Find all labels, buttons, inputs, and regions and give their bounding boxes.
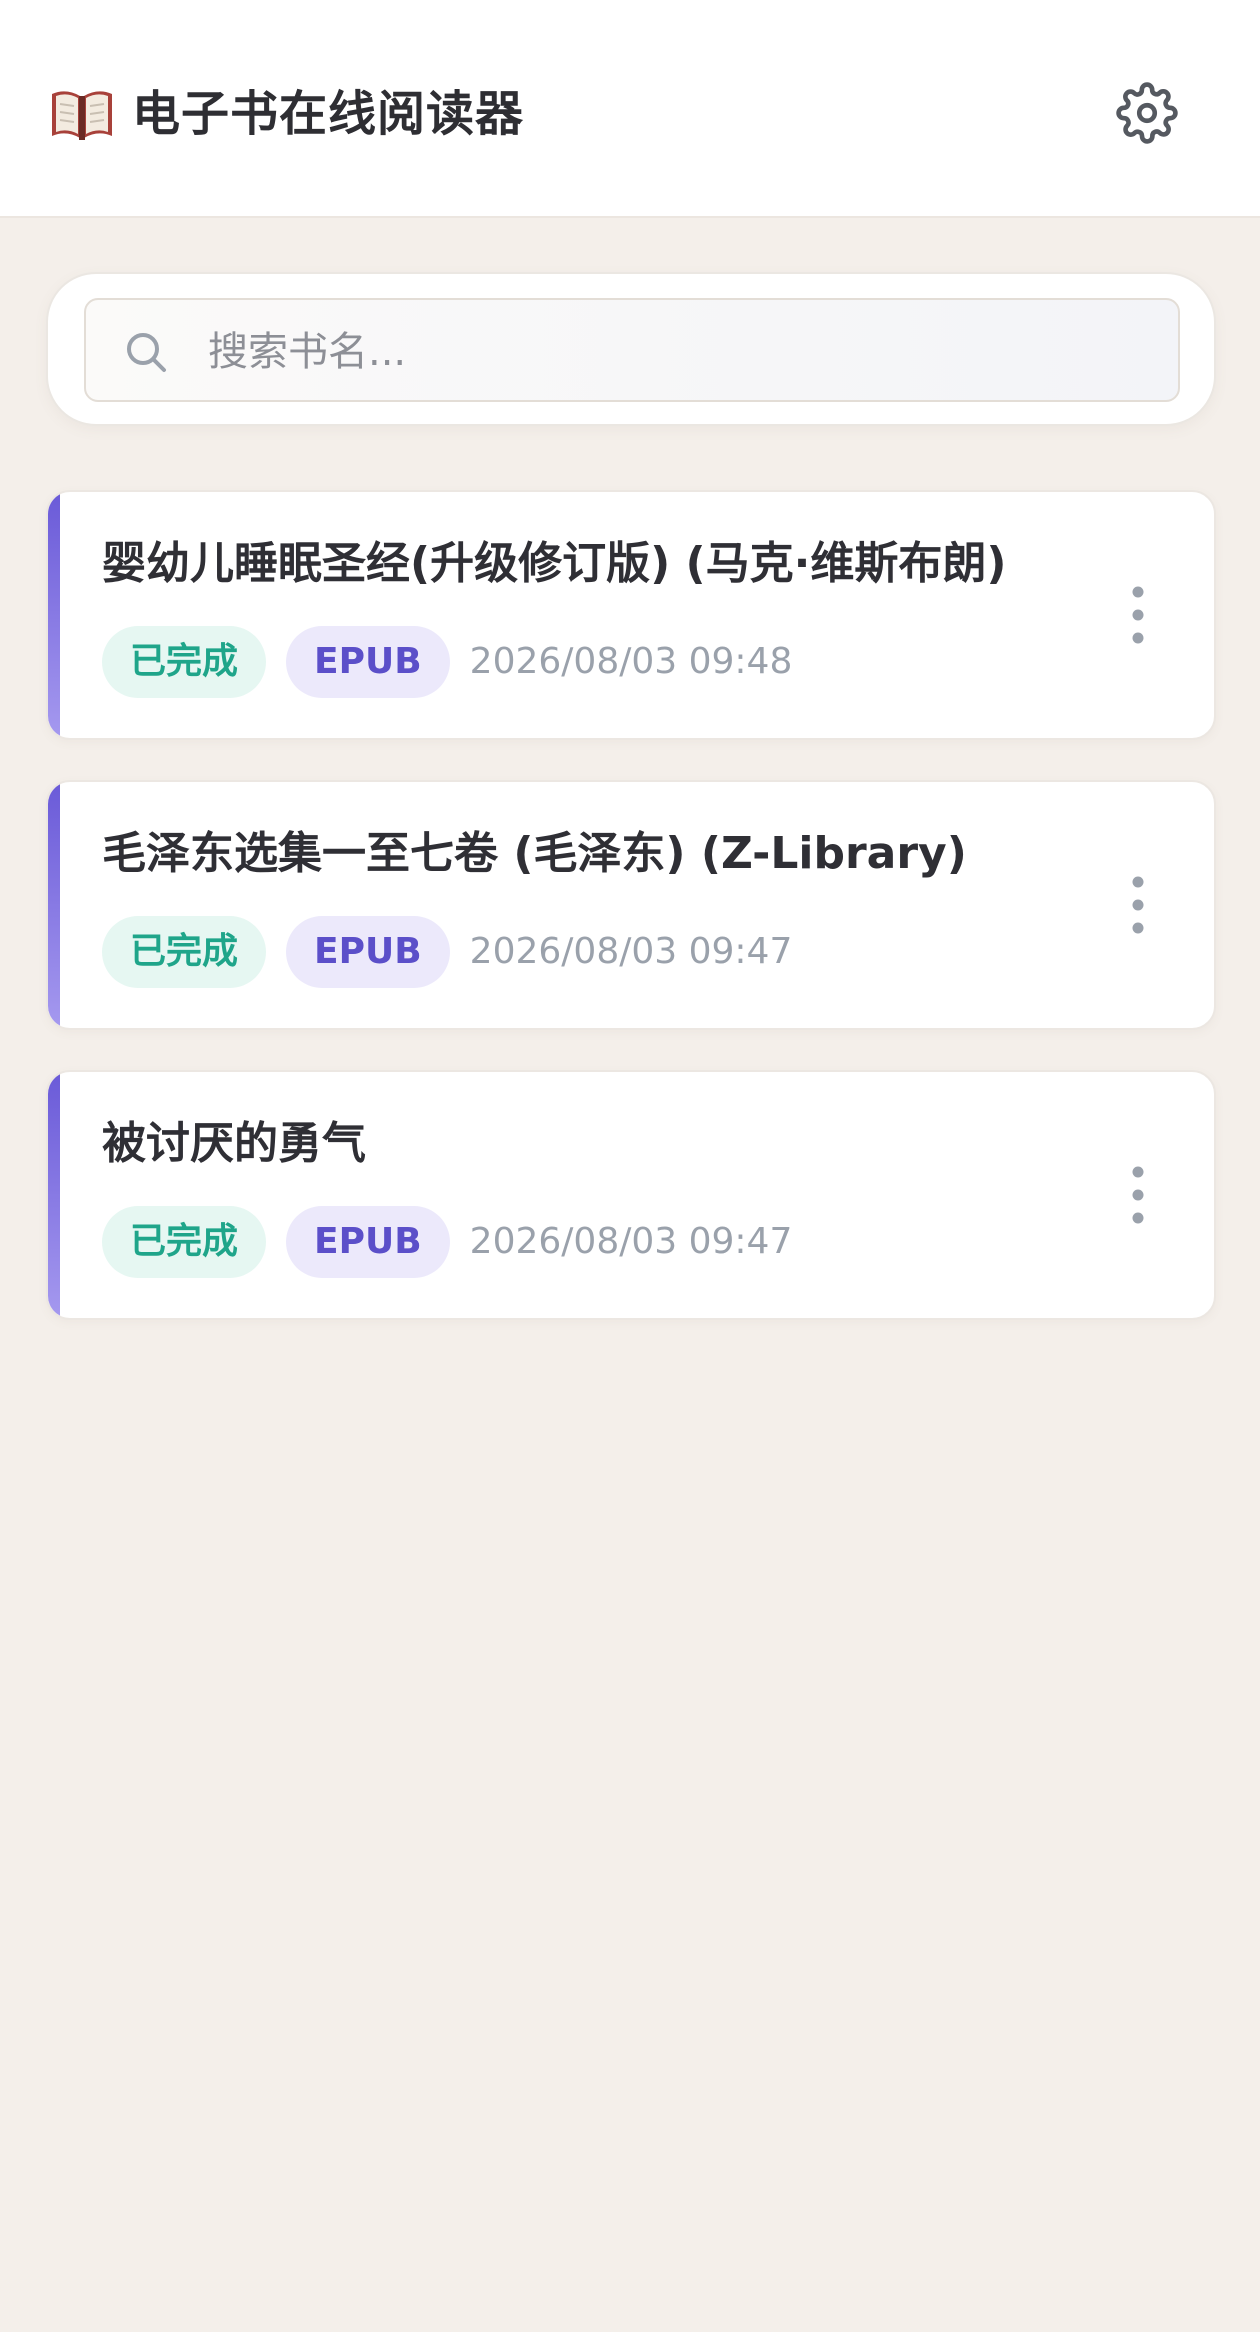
app-header: 电子书在线阅读器 <box>0 0 1260 218</box>
book-date: 2026/08/03 09:47 <box>469 931 793 972</box>
format-badge: EPUB <box>286 626 450 698</box>
book-title: 被讨厌的勇气 <box>102 1118 366 1169</box>
status-badge: 已完成 <box>102 916 267 988</box>
book-date: 2026/08/03 09:47 <box>469 1221 793 1262</box>
format-badge: EPUB <box>286 1206 450 1278</box>
book-title: 婴幼儿睡眠圣经(升级修订版) (马克·维斯布朗) <box>102 538 1007 589</box>
book-accent-bar <box>48 492 60 738</box>
search-box[interactable] <box>84 298 1180 402</box>
more-vertical-icon[interactable] <box>1118 1160 1158 1230</box>
search-input[interactable] <box>206 316 1150 388</box>
book-list: 婴幼儿睡眠圣经(升级修订版) (马克·维斯布朗) 已完成 EPUB 2026/0… <box>46 490 1216 1360</box>
book-accent-bar <box>48 1072 60 1318</box>
search-card <box>46 272 1216 426</box>
status-badge: 已完成 <box>102 1206 267 1278</box>
status-badge: 已完成 <box>102 626 267 698</box>
open-book-icon <box>52 91 112 140</box>
search-icon <box>127 333 166 372</box>
book-title: 毛泽东选集一至七卷 (毛泽东) (Z-Library) <box>102 828 967 879</box>
book-card[interactable]: 被讨厌的勇气 已完成 EPUB 2026/08/03 09:47 <box>46 1070 1216 1320</box>
book-card[interactable]: 毛泽东选集一至七卷 (毛泽东) (Z-Library) 已完成 EPUB 202… <box>46 780 1216 1030</box>
format-badge: EPUB <box>286 916 450 988</box>
app-title: 电子书在线阅读器 <box>132 86 525 142</box>
book-accent-bar <box>48 782 60 1028</box>
more-vertical-icon[interactable] <box>1118 870 1158 940</box>
book-meta: 已完成 EPUB 2026/08/03 09:48 <box>102 626 792 698</box>
more-vertical-icon[interactable] <box>1118 580 1158 650</box>
book-meta: 已完成 EPUB 2026/08/03 09:47 <box>102 916 792 988</box>
book-meta: 已完成 EPUB 2026/08/03 09:47 <box>102 1206 792 1278</box>
book-card[interactable]: 婴幼儿睡眠圣经(升级修订版) (马克·维斯布朗) 已完成 EPUB 2026/0… <box>46 490 1216 740</box>
gear-icon[interactable] <box>1116 82 1178 144</box>
book-date: 2026/08/03 09:48 <box>469 641 793 682</box>
